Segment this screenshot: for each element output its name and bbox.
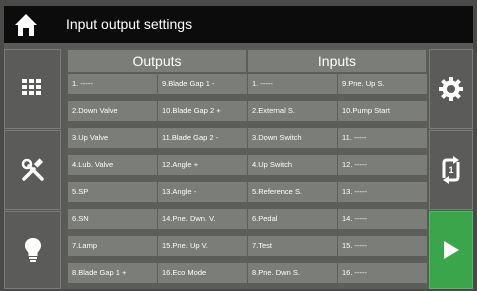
input-cell[interactable]: 9.Pne. Up S. (338, 74, 427, 94)
swap-button[interactable]: 1 (429, 130, 473, 210)
output-cell[interactable]: 8.Blade Gap 1 + (68, 263, 157, 283)
input-cell[interactable]: 7.Test (248, 236, 337, 256)
outputs-header: Outputs (68, 50, 246, 72)
output-cell[interactable]: 13.Angle - (158, 182, 247, 202)
rotate-icon: 1 (442, 156, 460, 184)
grid-icon (21, 79, 41, 95)
settings-button[interactable] (429, 49, 473, 129)
input-cell[interactable]: 15. ----- (338, 236, 427, 256)
input-cell[interactable]: 3.Down Switch (248, 128, 337, 148)
output-cell[interactable]: 16.Eco Mode (158, 263, 247, 283)
input-cell[interactable]: 6.Pedal (248, 209, 337, 229)
input-cell[interactable]: 14. ----- (338, 209, 427, 229)
screen: Input output settings 1 Outputs Inputs 1… (4, 6, 473, 289)
output-cell[interactable]: 3.Up Valve (68, 128, 157, 148)
home-icon[interactable] (13, 12, 39, 38)
output-cell[interactable]: 14.Pne. Dwn. V. (158, 209, 247, 229)
io-grid-button[interactable] (4, 49, 61, 129)
tools-button[interactable] (4, 130, 61, 210)
output-cell[interactable]: 4.Lub. Valve (68, 155, 157, 175)
input-cell[interactable]: 2.External S. (248, 101, 337, 121)
page-title: Input output settings (66, 16, 193, 32)
input-cell[interactable]: 16. ----- (338, 263, 427, 283)
input-cell[interactable]: 1. ----- (248, 74, 337, 94)
lightbulb-icon (24, 238, 41, 262)
inputs-header: Inputs (248, 50, 426, 72)
svg-text:1: 1 (448, 165, 453, 175)
output-cell[interactable]: 7.Lamp (68, 236, 157, 256)
tools-icon (21, 158, 44, 181)
output-cell[interactable]: 12.Angle + (158, 155, 247, 175)
input-cell[interactable]: 11. ----- (338, 128, 427, 148)
input-cell[interactable]: 5.Reference S. (248, 182, 337, 202)
input-cell[interactable]: 8.Pne. Dwn S. (248, 263, 337, 283)
output-cell[interactable]: 10.Blade Gap 2 + (158, 101, 247, 121)
output-cell[interactable]: 9.Blade Gap 1 - (158, 74, 247, 94)
gear-icon (439, 77, 463, 101)
input-cell[interactable]: 12. ----- (338, 155, 427, 175)
output-cell[interactable]: 1. ----- (68, 74, 157, 94)
lamp-button[interactable] (4, 211, 61, 289)
input-cell[interactable]: 4.Up Switch (248, 155, 337, 175)
output-cell[interactable]: 15.Pne. Up V. (158, 236, 247, 256)
input-cell[interactable]: 13. ----- (338, 182, 427, 202)
start-button[interactable] (429, 211, 473, 289)
input-cell[interactable]: 10.Pump Start (338, 101, 427, 121)
io-table: Outputs Inputs 1. ----- 9.Blade Gap 1 -1.… (67, 49, 427, 289)
output-cell[interactable]: 5.SP (68, 182, 157, 202)
title-bar: Input output settings (4, 6, 473, 43)
output-cell[interactable]: 2.Down Valve (68, 101, 157, 121)
output-cell[interactable]: 6.SN (68, 209, 157, 229)
play-icon (444, 241, 459, 259)
output-cell[interactable]: 11.Blade Gap 2 - (158, 128, 247, 148)
